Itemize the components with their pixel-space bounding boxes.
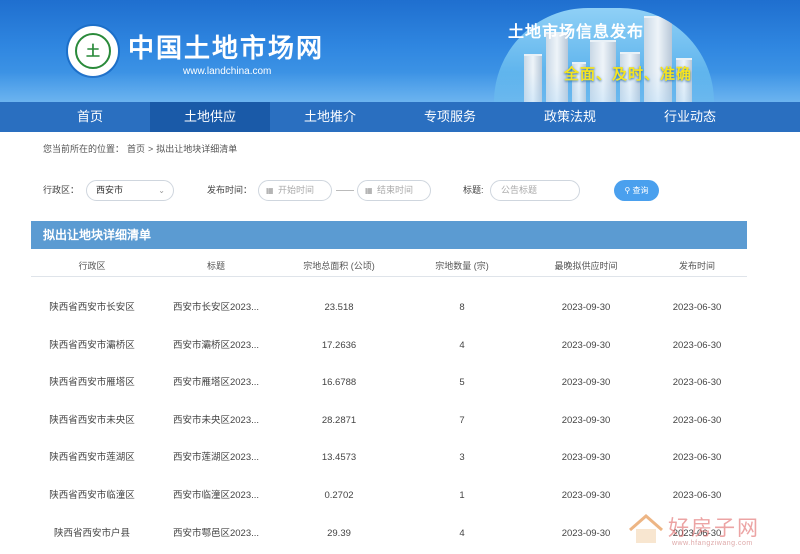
nav-item-home[interactable]: 首页 [30, 102, 150, 132]
search-icon: ⚲ [624, 186, 631, 195]
site-header: 土 中国土地市场网 www.landchina.com 土地市场信息发布 全面、… [0, 0, 800, 102]
cell-total-area: 16.6788 [321, 377, 357, 389]
cell-region: 陕西省西安市长安区 [49, 302, 135, 313]
cell-publish-date: 2023-06-30 [672, 339, 722, 351]
cell-parcel-count: 3 [459, 452, 465, 464]
search-button-label: 查询 [632, 186, 649, 195]
cell-supply-deadline: 2023-09-30 [561, 302, 611, 313]
cell-title[interactable]: 西安市临潼区2023... [173, 477, 259, 514]
table-row[interactable]: 陕西省西安市雁塔区 西安市雁塔区2023... 16.6788 5 2023-09-30… [31, 364, 747, 401]
column-header-parcel-count: 宗地数量 (宗) [435, 261, 489, 271]
cell-supply-deadline: 2023-09-30 [561, 339, 611, 351]
cell-publish-date: 2023-06-30 [672, 302, 722, 313]
nav-item-special-services[interactable]: 专项服务 [390, 102, 510, 132]
date-range-dash [336, 190, 354, 191]
table-row[interactable]: 陕西省西安市灞桥区 西安市灞桥区2023... 17.2636 4 2023-09-30… [31, 327, 747, 364]
breadcrumb-prefix: 您当前所在的位置： [43, 144, 125, 154]
cell-region: 陕西省西安市临潼区 [49, 490, 135, 501]
cell-supply-deadline: 2023-09-30 [561, 414, 611, 426]
cell-title[interactable]: 西安市鄠邑区2023... [173, 515, 259, 552]
column-header-total-area: 宗地总面积 (公顷) [303, 261, 375, 271]
cell-publish-date: 2023-06-30 [672, 452, 722, 464]
site-logo[interactable]: 土 [66, 24, 120, 78]
end-date-input[interactable]: ▦ 结束时间 [357, 180, 431, 201]
column-header-region: 行政区 [78, 261, 106, 271]
cell-region: 陕西省西安市灞桥区 [49, 339, 135, 351]
title-label: 标题: [463, 185, 484, 195]
nav-item-land-promotion[interactable]: 土地推介 [270, 102, 390, 132]
cell-title[interactable]: 西安市灞桥区2023... [173, 327, 259, 364]
table-row[interactable]: 陕西省西安市长安区 西安市长安区2023... 23.518 8 2023-09-30 2… [31, 289, 747, 326]
calendar-icon: ▦ [365, 186, 373, 195]
watermark: 好房子网 www.hfangziwang.com [626, 510, 796, 550]
cell-parcel-count: 4 [459, 527, 465, 539]
breadcrumb-separator: > [148, 144, 154, 154]
region-select[interactable]: 西安市 ⌄ [86, 180, 174, 201]
end-date-placeholder: 结束时间 [377, 185, 414, 195]
table-row[interactable]: 陕西省西安市未央区 西安市未央区2023... 28.2871 7 2023-09-30… [31, 402, 747, 439]
watermark-url: www.hfangziwang.com [672, 540, 753, 547]
cell-total-area: 17.2636 [321, 339, 357, 351]
site-url: www.landchina.com [183, 66, 272, 77]
cell-publish-date: 2023-06-30 [672, 377, 722, 389]
main-nav: 首页 土地供应 土地推介 专项服务 政策法规 行业动态 [0, 102, 800, 132]
site-title[interactable]: 中国土地市场网 [128, 28, 324, 65]
start-date-placeholder: 开始时间 [278, 185, 315, 195]
title-search-input[interactable]: 公告标题 [490, 180, 580, 201]
cell-region: 陕西省西安市户县 [53, 527, 131, 539]
nav-item-land-supply[interactable]: 土地供应 [150, 102, 270, 132]
table-row[interactable]: 陕西省西安市莲湖区 西安市莲湖区2023... 13.4573 3 2023-09-30… [31, 439, 747, 476]
logo-emblem-icon: 土 [75, 33, 111, 69]
title-search-placeholder: 公告标题 [501, 185, 538, 195]
house-logo-icon [629, 514, 663, 543]
search-button[interactable]: ⚲ 查询 [614, 180, 659, 201]
cell-parcel-count: 4 [459, 339, 465, 351]
cell-supply-deadline: 2023-09-30 [561, 527, 611, 539]
breadcrumb-home-link[interactable]: 首页 [127, 144, 145, 154]
cell-total-area: 0.2702 [324, 490, 354, 501]
table-header: 行政区 标题 宗地总面积 (公顷) 宗地数量 (宗) 最晚拟供应时间 发布时间 [31, 255, 747, 277]
cell-supply-deadline: 2023-09-30 [561, 490, 611, 501]
cell-publish-date: 2023-06-30 [672, 490, 722, 501]
cell-title[interactable]: 西安市雁塔区2023... [173, 364, 259, 401]
list-panel-heading: 拟出让地块详细清单 [31, 221, 747, 249]
cell-parcel-count: 1 [459, 490, 465, 501]
cell-parcel-count: 7 [459, 414, 465, 426]
banner-title: 土地市场信息发布 [508, 22, 645, 41]
watermark-text: 好房子网 [668, 516, 760, 540]
region-select-value: 西安市 [96, 185, 124, 195]
cell-title[interactable]: 西安市长安区2023... [173, 289, 259, 326]
cell-supply-deadline: 2023-09-30 [561, 377, 611, 389]
cell-region: 陕西省西安市未央区 [49, 414, 135, 426]
nav-item-industry-news[interactable]: 行业动态 [630, 102, 750, 132]
chevron-down-icon: ⌄ [158, 186, 165, 195]
cell-total-area: 13.4573 [321, 452, 357, 464]
cell-region: 陕西省西安市雁塔区 [49, 377, 135, 389]
start-date-input[interactable]: ▦ 开始时间 [258, 180, 332, 201]
cell-total-area: 29.39 [327, 527, 351, 539]
column-header-publish-date: 发布时间 [678, 261, 716, 271]
cell-total-area: 23.518 [324, 302, 354, 313]
cell-region: 陕西省西安市莲湖区 [49, 452, 135, 464]
cell-parcel-count: 5 [459, 377, 465, 389]
region-label: 行政区： [43, 185, 80, 195]
breadcrumb-current: 拟出让地块详细清单 [156, 144, 238, 154]
banner-slogan: 全面、及时、准确 [564, 65, 693, 83]
cell-title[interactable]: 西安市莲湖区2023... [173, 439, 259, 476]
cell-publish-date: 2023-06-30 [672, 414, 722, 426]
column-header-title: 标题 [206, 261, 226, 271]
breadcrumb: 您当前所在的位置： 首页 > 拟出让地块详细清单 [43, 142, 240, 155]
cell-total-area: 28.2871 [321, 414, 357, 426]
cell-title[interactable]: 西安市未央区2023... [173, 402, 259, 439]
table-row[interactable]: 陕西省西安市临潼区 西安市临潼区2023... 0.2702 1 2023-09-30 2… [31, 477, 747, 514]
column-header-supply-deadline: 最晚拟供应时间 [554, 261, 618, 271]
date-label: 发布时间： [207, 185, 253, 195]
cell-supply-deadline: 2023-09-30 [561, 452, 611, 464]
nav-item-policies[interactable]: 政策法规 [510, 102, 630, 132]
cell-parcel-count: 8 [459, 302, 465, 313]
calendar-icon: ▦ [266, 186, 274, 195]
